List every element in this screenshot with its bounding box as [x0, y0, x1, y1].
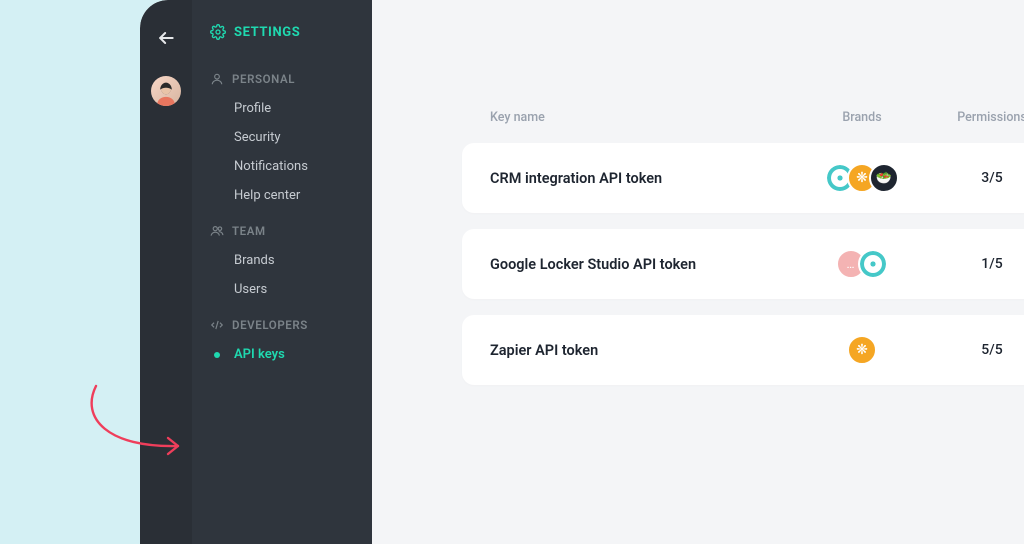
- sidebar-item-label: Profile: [234, 101, 271, 116]
- table-header-permissions: Permissions: [932, 110, 1024, 125]
- sidebar-item-label: API keys: [234, 347, 285, 362]
- back-button[interactable]: [156, 28, 176, 52]
- table-header-name: Key name: [490, 110, 792, 125]
- section-personal: PERSONAL: [192, 58, 372, 94]
- sidebar-item-label: Security: [234, 130, 281, 145]
- gear-icon: [210, 24, 226, 40]
- sidebar-item-notifications[interactable]: Notifications: [192, 152, 372, 181]
- sidebar: SETTINGS PERSONAL Profile Security Notif…: [192, 0, 372, 544]
- sidebar-item-security[interactable]: Security: [192, 123, 372, 152]
- brand-badge: [869, 163, 899, 193]
- sidebar-item-profile[interactable]: Profile: [192, 94, 372, 123]
- settings-heading: SETTINGS: [192, 24, 372, 58]
- sidebar-item-label: Users: [234, 282, 267, 297]
- main-content: Key name Brands Permissions CRM integrat…: [372, 0, 1024, 544]
- table-row[interactable]: Google Locker Studio API token 1/5: [462, 229, 1024, 299]
- key-name: Zapier API token: [490, 342, 792, 359]
- users-icon: [210, 224, 224, 238]
- sidebar-item-label: Brands: [234, 253, 275, 268]
- icon-rail: [140, 0, 192, 544]
- row-brands: [792, 249, 932, 279]
- table-row[interactable]: Zapier API token 5/5: [462, 315, 1024, 385]
- table-header: Key name Brands Permissions: [462, 110, 1024, 143]
- sidebar-item-help-center[interactable]: Help center: [192, 181, 372, 210]
- row-brands: [792, 335, 932, 365]
- brand-badge: [847, 335, 877, 365]
- sidebar-item-label: Notifications: [234, 159, 308, 174]
- sidebar-item-users[interactable]: Users: [192, 275, 372, 304]
- brand-stack: [847, 335, 877, 365]
- sidebar-item-label: Help center: [234, 188, 300, 203]
- row-permissions: 5/5: [932, 342, 1024, 358]
- table-row[interactable]: CRM integration API token 3/5: [462, 143, 1024, 213]
- table-header-brands: Brands: [792, 110, 932, 125]
- settings-label: SETTINGS: [234, 25, 300, 40]
- section-developers: DEVELOPERS: [192, 304, 372, 340]
- app-window: SETTINGS PERSONAL Profile Security Notif…: [140, 0, 1024, 544]
- row-permissions: 1/5: [932, 256, 1024, 272]
- section-team: TEAM: [192, 210, 372, 246]
- sidebar-item-brands[interactable]: Brands: [192, 246, 372, 275]
- avatar[interactable]: [151, 76, 181, 106]
- row-permissions: 3/5: [932, 170, 1024, 186]
- avatar-image: [153, 80, 179, 106]
- arrow-left-icon: [156, 28, 176, 48]
- sidebar-item-api-keys[interactable]: API keys: [192, 340, 372, 369]
- row-brands: [792, 163, 932, 193]
- brand-stack: [825, 163, 899, 193]
- brand-badge: [858, 249, 888, 279]
- user-icon: [210, 72, 224, 86]
- key-name: CRM integration API token: [490, 170, 792, 187]
- code-icon: [210, 318, 224, 332]
- brand-stack: [836, 249, 888, 279]
- key-name: Google Locker Studio API token: [490, 256, 792, 273]
